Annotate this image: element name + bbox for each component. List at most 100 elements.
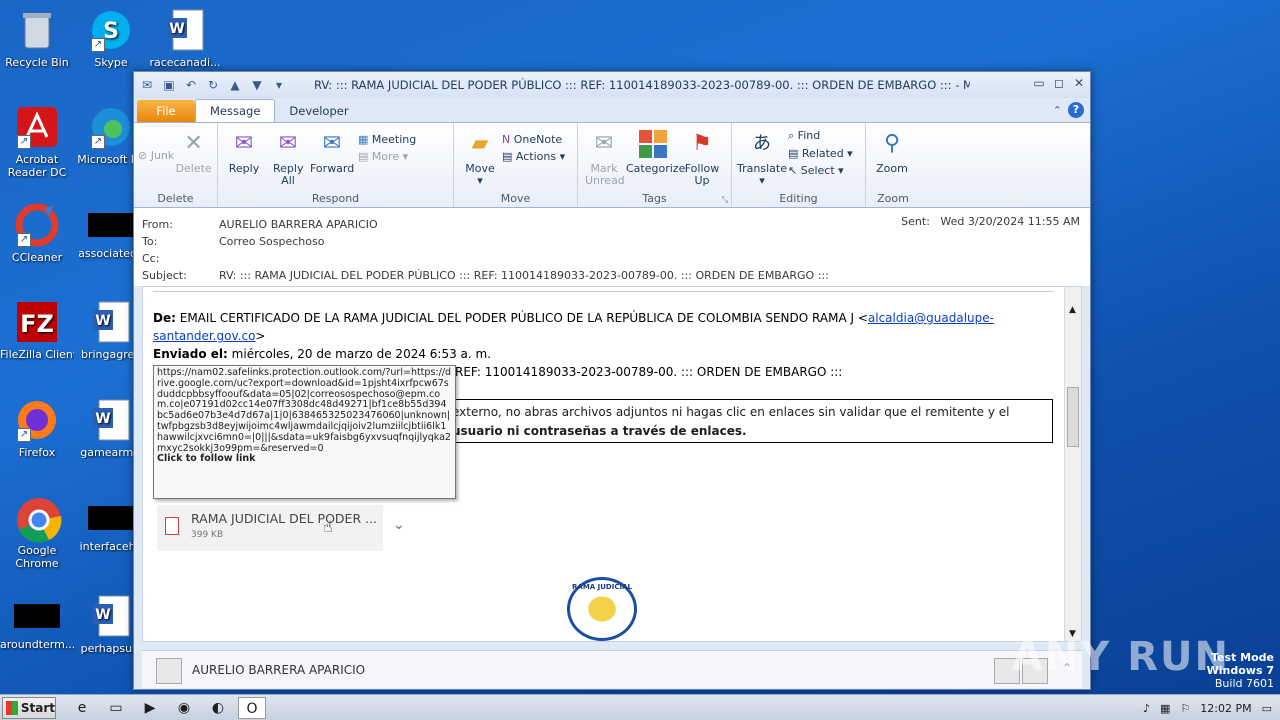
- network-icon[interactable]: ▦: [1160, 702, 1170, 715]
- hand-cursor-icon: ☝: [323, 517, 333, 536]
- volume-icon[interactable]: ♪: [1143, 702, 1150, 715]
- tab-developer[interactable]: Developer: [275, 100, 362, 122]
- taskbar-explorer-icon[interactable]: ▭: [102, 697, 130, 719]
- desktop-icon-chrome[interactable]: Google Chrome: [0, 496, 74, 570]
- black-file-icon: [14, 604, 60, 628]
- group-delete: ⊘ Junk ✕ Delete Delete: [134, 123, 218, 207]
- collapse-ribbon-icon[interactable]: ⌃: [1053, 104, 1062, 117]
- skype-icon: S ↗: [89, 8, 133, 52]
- edge-icon: ↗: [89, 105, 133, 149]
- desktop-icon-aroundterm[interactable]: aroundterm...: [0, 594, 74, 651]
- firefox-icon: ↗: [15, 398, 59, 442]
- tooltip-url: https://nam02.safelinks.protection.outlo…: [157, 367, 452, 454]
- taskbar-outlook-icon[interactable]: O: [238, 696, 266, 719]
- tab-message[interactable]: Message: [195, 99, 276, 122]
- next-item-icon[interactable]: ▼: [248, 77, 266, 93]
- recycle-bin-icon: [15, 8, 59, 52]
- tab-file[interactable]: File: [137, 100, 195, 122]
- chrome-icon: [15, 496, 62, 543]
- actions-icon: ▤: [502, 150, 513, 163]
- clock[interactable]: 12:02 PM: [1200, 702, 1251, 715]
- attachment-name[interactable]: RAMA JUDICIAL DEL PODER ...: [191, 511, 377, 526]
- customize-qat-icon[interactable]: ▾: [270, 77, 288, 93]
- outlook-icon: ✉: [141, 78, 153, 92]
- onenote-icon: N: [502, 133, 511, 146]
- reply-icon: ✉: [234, 131, 254, 156]
- word-doc-icon: W: [89, 300, 133, 344]
- sent-label: Sent:: [901, 215, 930, 228]
- body-scrollbar[interactable]: ▲ ▼: [1064, 287, 1081, 641]
- envelope-icon: ✉: [594, 131, 614, 156]
- windows-logo-icon: [6, 700, 18, 715]
- filezilla-icon: FZ: [15, 300, 59, 344]
- scrollbar-thumb[interactable]: [1067, 387, 1079, 447]
- scroll-up-arrow-icon[interactable]: ▲: [1069, 305, 1076, 315]
- group-move: ▰ Move ▾ N OneNote ▤ Actions ▾ Move: [454, 123, 578, 207]
- previous-item-icon[interactable]: ▲: [226, 77, 244, 93]
- show-desktop-icon[interactable]: ▭: [1262, 702, 1272, 715]
- onenote-button[interactable]: N OneNote: [502, 133, 565, 146]
- select-button[interactable]: ↖ Select ▾: [788, 164, 853, 177]
- desktop-icon-recycle-bin[interactable]: Recycle Bin: [0, 8, 74, 69]
- window-controls: ▭ ◻ ✕: [1032, 76, 1086, 90]
- svg-text:W: W: [95, 313, 110, 329]
- black-file-icon: [88, 213, 134, 237]
- desktop-icon-racecanadi[interactable]: W racecanadi...: [148, 8, 222, 69]
- action-center-flag-icon[interactable]: ⚐: [1180, 702, 1190, 715]
- taskbar-edge-icon[interactable]: ◐: [204, 697, 232, 719]
- redo-icon[interactable]: ↻: [204, 77, 222, 93]
- binoculars-icon: ⌕: [788, 129, 795, 142]
- find-button[interactable]: ⌕ Find: [788, 129, 853, 143]
- attachment-menu-chevron-icon[interactable]: ⌄: [393, 517, 405, 533]
- taskbar-ie-icon[interactable]: e: [68, 697, 96, 719]
- categorize-icon: [637, 129, 669, 159]
- help-icon[interactable]: ?: [1068, 102, 1084, 118]
- to-value[interactable]: Correo Sospechoso: [219, 235, 324, 248]
- desktop-icon-skype[interactable]: S ↗ Skype: [74, 8, 148, 69]
- save-icon[interactable]: ▣: [160, 77, 178, 93]
- dialog-launcher-icon[interactable]: ⤡: [722, 195, 728, 205]
- desktop-icon-acrobat[interactable]: ↗ Acrobat Reader DC: [0, 105, 74, 179]
- de-value: EMAIL CERTIFICADO DE LA RAMA JUDICIAL DE…: [179, 311, 868, 325]
- word-doc-icon: W: [163, 8, 207, 52]
- desktop-icon-ccleaner[interactable]: ↗ CCleaner: [0, 203, 74, 264]
- close-button[interactable]: ✕: [1072, 76, 1086, 90]
- more-button[interactable]: ▤ More ▾: [358, 150, 416, 163]
- cursor-icon: ↖: [788, 164, 798, 177]
- contact-avatar-icon: [156, 658, 182, 684]
- asunto-value: REF: 110014189033-2023-00789-00. ::: ORD…: [455, 365, 843, 379]
- to-label: To:: [142, 235, 158, 248]
- related-icon: ▤: [788, 147, 799, 160]
- subject-value: RV: ::: RAMA JUDICIAL DEL PODER PÚBLICO …: [219, 269, 829, 282]
- translate-icon: あ: [753, 133, 771, 154]
- word-doc-icon: W: [89, 594, 133, 638]
- junk-button[interactable]: ⊘ Junk: [138, 149, 174, 162]
- related-button[interactable]: ▤ Related ▾: [788, 147, 853, 160]
- black-file-icon: [88, 506, 134, 530]
- svg-text:W: W: [169, 21, 184, 37]
- junk-icon: ⊘: [138, 149, 148, 162]
- taskbar-chrome-icon[interactable]: ◉: [170, 697, 198, 719]
- meeting-button[interactable]: ▦ Meeting: [358, 133, 416, 146]
- minimize-button[interactable]: ▭: [1032, 76, 1046, 90]
- taskbar-media-player-icon[interactable]: ▶: [136, 697, 164, 719]
- sent-value: Wed 3/20/2024 11:55 AM: [940, 215, 1080, 228]
- message-body[interactable]: De: EMAIL CERTIFICADO DE LA RAMA JUDICIA…: [142, 286, 1082, 642]
- magnifier-icon: ⚲: [883, 131, 901, 156]
- actions-button[interactable]: ▤ Actions ▾: [502, 150, 565, 163]
- enviado-value: miércoles, 20 de marzo de 2024 6:53 a. m…: [231, 347, 492, 361]
- message-header: From: AURELIO BARRERA APARICIO To: Correo …: [134, 208, 1090, 286]
- start-button[interactable]: Start: [2, 696, 56, 719]
- attachment-card[interactable]: RAMA JUDICIAL DEL PODER ... 399 KB ☝: [157, 505, 383, 551]
- maximize-button[interactable]: ◻: [1052, 76, 1066, 90]
- svg-text:W: W: [95, 607, 110, 623]
- reply-all-icon: ✉: [278, 131, 298, 156]
- people-pane-name[interactable]: AURELIO BARRERA APARICIO: [192, 663, 365, 677]
- desktop-icon-firefox[interactable]: ↗ Firefox: [0, 398, 74, 459]
- subject-label: Subject:: [142, 269, 187, 282]
- desktop-icon-filezilla[interactable]: FZ FileZilla Client: [0, 300, 74, 361]
- pdf-file-icon: [165, 517, 179, 535]
- from-value[interactable]: AURELIO BARRERA APARICIO: [219, 218, 378, 231]
- undo-icon[interactable]: ↶: [182, 77, 200, 93]
- people-pane: AURELIO BARRERA APARICIO ⌃: [142, 650, 1082, 688]
